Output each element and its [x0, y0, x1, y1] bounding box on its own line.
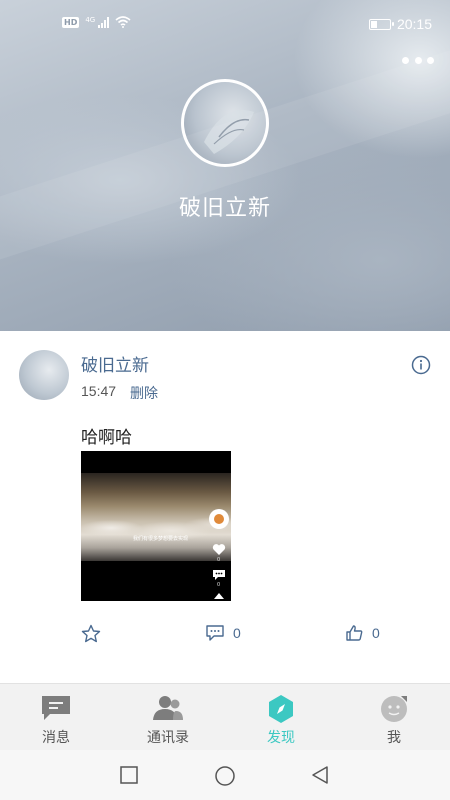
video-comment-count: 0: [217, 582, 221, 588]
post-video-thumbnail[interactable]: 我们有很多梦想要去实现 0 0: [81, 451, 231, 601]
avatar-image: [204, 110, 254, 154]
contacts-icon: [153, 696, 183, 720]
battery-icon: [368, 18, 394, 30]
hd-badge: HD: [62, 16, 80, 28]
comment-icon: [206, 625, 224, 641]
tab-me[interactable]: 我: [338, 684, 450, 751]
bottom-tab-bar: 消息 通讯录 发现 我: [0, 683, 450, 750]
post-time: 15:47: [81, 383, 117, 399]
delete-button[interactable]: 删除: [130, 383, 158, 403]
compass-icon: [269, 695, 293, 723]
comment-button[interactable]: 0: [205, 624, 241, 642]
status-time: 20:15: [396, 16, 432, 32]
tab-label: 发现: [267, 730, 295, 746]
network-type: 4G: [85, 16, 96, 24]
back-button[interactable]: [310, 765, 330, 785]
like-button[interactable]: 0: [345, 624, 380, 642]
heart-icon: [212, 544, 226, 555]
profile-avatar[interactable]: [181, 79, 269, 167]
message-icon: [42, 696, 70, 720]
favorite-button[interactable]: [81, 624, 101, 643]
signal-icon: [98, 16, 110, 28]
video-caption: 我们有很多梦想要去实现: [133, 536, 189, 542]
dot-icon: [402, 56, 409, 64]
tab-messages[interactable]: 消息: [0, 684, 112, 751]
recent-apps-button[interactable]: [119, 765, 139, 785]
info-icon[interactable]: [411, 355, 431, 375]
like-count: 0: [372, 625, 380, 641]
system-navigation-bar: [0, 750, 450, 800]
profile-name: 破旧立新: [178, 196, 271, 221]
status-left: HD 4G: [62, 16, 131, 28]
tab-label: 通讯录: [147, 730, 189, 746]
profile-cover[interactable]: HD 4G 20:15 破旧立新: [0, 0, 450, 331]
thumbs-up-icon: [346, 625, 363, 641]
post-text: 哈啊哈: [81, 428, 132, 448]
me-icon: [381, 696, 407, 722]
post-author-name[interactable]: 破旧立新: [81, 351, 149, 376]
status-right: 20:15: [368, 16, 432, 32]
dot-icon: [427, 56, 434, 64]
video-like-count: 0: [217, 557, 221, 563]
comment-bubble-icon: [213, 570, 225, 580]
tab-discover[interactable]: 发现: [225, 684, 337, 751]
video-author-icon: [209, 509, 229, 529]
post-author-avatar[interactable]: [19, 350, 69, 400]
post-item: 破旧立新 15:47 删除 哈啊哈 我们有很多梦想要去实现 0 0 0 0: [0, 331, 450, 683]
comment-count: 0: [233, 625, 241, 641]
home-button[interactable]: [214, 765, 236, 787]
more-options-button[interactable]: [402, 52, 434, 68]
dot-icon: [414, 56, 422, 64]
tab-contacts[interactable]: 通讯录: [112, 684, 224, 751]
star-icon: [81, 624, 101, 643]
share-arrow-icon: [214, 593, 224, 599]
tab-label: 消息: [42, 730, 70, 746]
tab-label: 我: [387, 730, 401, 746]
wifi-icon: [115, 16, 131, 28]
status-bar: HD 4G 20:15: [0, 0, 450, 50]
